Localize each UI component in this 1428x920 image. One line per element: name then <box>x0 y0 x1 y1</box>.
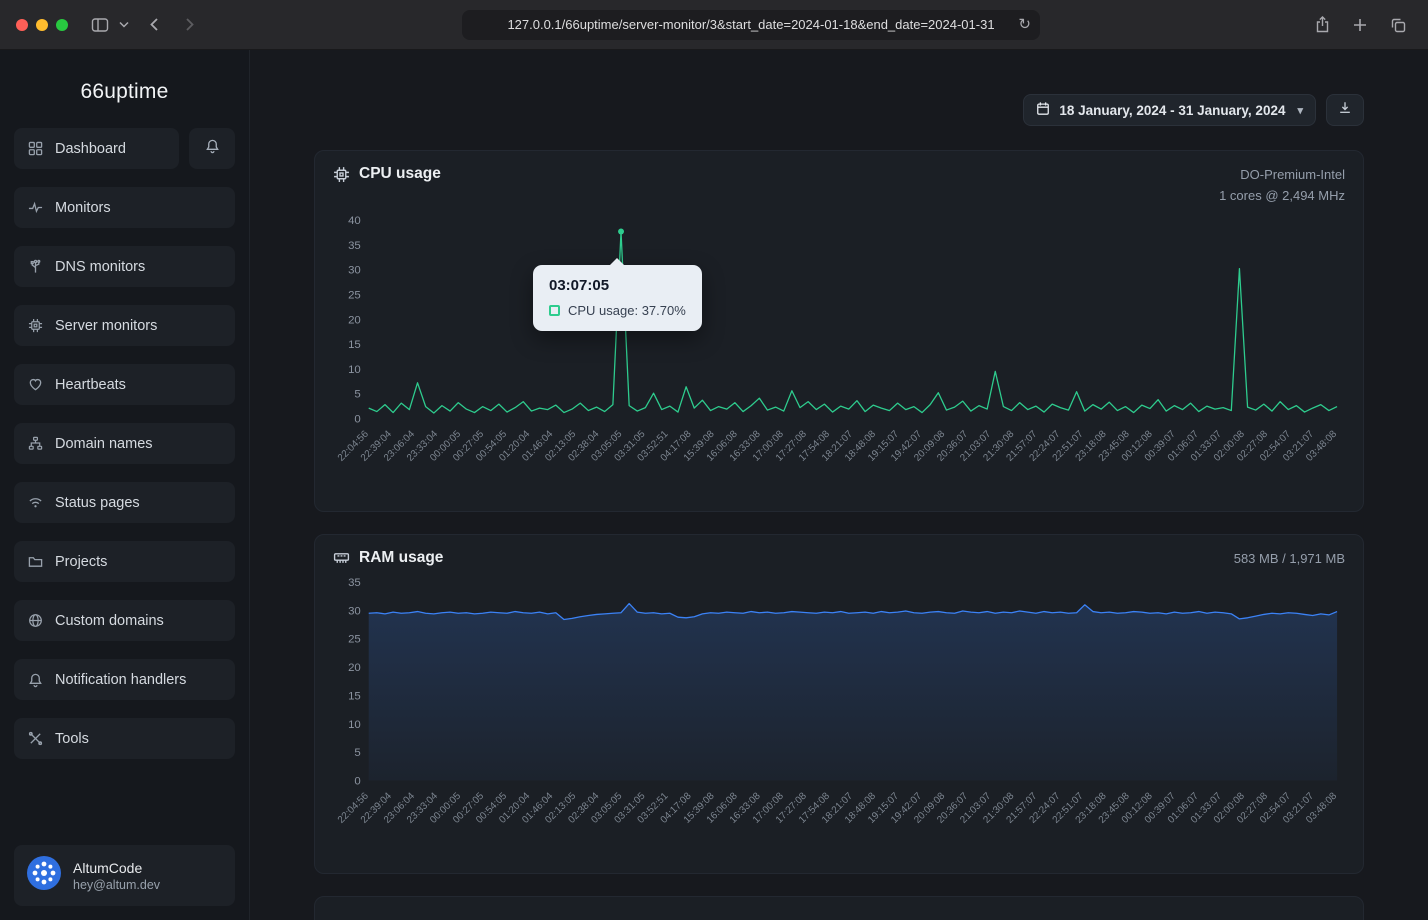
svg-text:35: 35 <box>348 577 361 589</box>
ram-usage-chart[interactable]: 0510152025303522:04:5622:39:0423:06:0423… <box>333 571 1345 867</box>
svg-text:40: 40 <box>348 215 361 227</box>
bell-icon <box>27 672 44 688</box>
sidebar-item-label: Custom domains <box>55 613 164 629</box>
wifi-icon <box>27 495 44 510</box>
chip-icon <box>27 318 44 333</box>
sidebar-item-label: Projects <box>55 554 107 570</box>
sidebar-item-label: Server monitors <box>55 318 157 334</box>
altumcode-logo <box>26 855 62 896</box>
sidebar-item-heartbeats[interactable]: Heartbeats <box>14 364 235 405</box>
sidebar-item-label: Status pages <box>55 495 140 511</box>
calendar-icon <box>1036 101 1050 119</box>
tools-icon <box>27 731 44 746</box>
share-icon[interactable] <box>1308 11 1336 39</box>
folder-icon <box>27 554 44 569</box>
svg-text:0: 0 <box>354 776 360 788</box>
minimize-window-button[interactable] <box>36 19 48 31</box>
next-card-partial <box>314 896 1364 920</box>
sidebar-item-label: Heartbeats <box>55 377 126 393</box>
globe-icon <box>27 613 44 628</box>
svg-text:20: 20 <box>348 662 361 674</box>
sidebar-item-label: DNS monitors <box>55 259 145 275</box>
new-tab-icon[interactable] <box>1346 11 1374 39</box>
svg-text:35: 35 <box>348 239 361 251</box>
browser-chrome: 127.0.0.1/66uptime/server-monitor/3&star… <box>0 0 1428 50</box>
cpu-card-title: CPU usage <box>359 165 441 183</box>
cpu-chip-icon <box>333 166 350 183</box>
ram-amount-label: 583 MB / 1,971 MB <box>1234 549 1345 570</box>
svg-text:30: 30 <box>348 264 361 276</box>
export-download-button[interactable] <box>1326 94 1364 126</box>
cpu-usage-card: CPU usage DO-Premium-Intel 1 cores @ 2,4… <box>314 150 1364 512</box>
svg-text:10: 10 <box>348 363 361 375</box>
svg-text:0: 0 <box>354 413 360 425</box>
brand-logo: 66uptime <box>14 80 235 104</box>
pulse-icon <box>27 200 44 215</box>
sidebar-item-projects[interactable]: Projects <box>14 541 235 582</box>
reload-icon[interactable]: ↻ <box>1018 15 1031 33</box>
sidebar-item-notification-handlers[interactable]: Notification handlers <box>14 659 235 700</box>
sidebar-toggle-icon[interactable] <box>86 11 114 39</box>
cpu-plan-label: DO-Premium-Intel <box>1219 165 1345 186</box>
sidebar-item-label: Dashboard <box>55 141 126 157</box>
chevron-down-icon: ▾ <box>1297 104 1303 117</box>
svg-text:10: 10 <box>348 719 361 731</box>
svg-text:20: 20 <box>348 314 361 326</box>
svg-text:15: 15 <box>348 691 361 703</box>
bell-icon <box>205 138 220 159</box>
sidebar-chevron-down-icon[interactable] <box>116 11 132 39</box>
account-card[interactable]: AltumCode hey@altum.dev <box>14 845 235 906</box>
sidebar-item-custom-domains[interactable]: Custom domains <box>14 600 235 641</box>
tooltip-value: CPU usage: 37.70% <box>568 303 686 318</box>
svg-text:5: 5 <box>354 388 360 400</box>
dns-icon <box>27 259 44 274</box>
tooltip-series-swatch <box>549 305 560 316</box>
cpu-usage-chart[interactable]: 051015202530354022:04:5622:39:0423:06:04… <box>333 209 1345 505</box>
ram-chart-area: 0510152025303522:04:5622:39:0423:06:0423… <box>333 571 1345 867</box>
grid-icon <box>27 141 44 156</box>
cpu-chart-area: 051015202530354022:04:5622:39:0423:06:04… <box>333 209 1345 505</box>
ram-usage-card: RAM usage 583 MB / 1,971 MB 0 5 10 15 20 25 30… <box>314 534 1364 875</box>
forward-button[interactable] <box>176 11 204 39</box>
svg-text:25: 25 <box>348 289 361 301</box>
sidebar-item-label: Monitors <box>55 200 111 216</box>
sidebar-item-label: Tools <box>55 731 89 747</box>
tab-overview-icon[interactable] <box>1384 11 1412 39</box>
sidebar-item-label: Domain names <box>55 436 153 452</box>
zoom-window-button[interactable] <box>56 19 68 31</box>
sidebar-item-tools[interactable]: Tools <box>14 718 235 759</box>
svg-text:30: 30 <box>348 606 361 618</box>
close-window-button[interactable] <box>16 19 28 31</box>
ram-card-title: RAM usage <box>359 549 443 567</box>
date-range-label: 18 January, 2024 - 31 January, 2024 <box>1059 103 1285 118</box>
sidebar-item-server-monitors[interactable]: Server monitors <box>14 305 235 346</box>
date-range-picker[interactable]: 18 January, 2024 - 31 January, 2024 ▾ <box>1023 94 1316 126</box>
back-button[interactable] <box>140 11 168 39</box>
tooltip-time: 03:07:05 <box>549 277 686 294</box>
sidebar-item-domain-names[interactable]: Domain names <box>14 423 235 464</box>
download-icon <box>1338 100 1352 120</box>
sidebar: 66uptime Dashboard Monitors <box>0 50 250 920</box>
cpu-cores-label: 1 cores @ 2,494 MHz <box>1219 186 1345 207</box>
account-email: hey@altum.dev <box>73 878 160 892</box>
sidebar-item-dns-monitors[interactable]: DNS monitors <box>14 246 235 287</box>
notifications-button[interactable] <box>189 128 235 169</box>
chart-tooltip: 03:07:05 CPU usage: 37.70% <box>533 265 702 331</box>
sidebar-item-label: Notification handlers <box>55 672 186 688</box>
address-bar[interactable]: 127.0.0.1/66uptime/server-monitor/3&star… <box>462 10 1040 40</box>
window-controls <box>16 19 68 31</box>
svg-text:25: 25 <box>348 634 361 646</box>
sidebar-item-dashboard[interactable]: Dashboard <box>14 128 179 169</box>
ram-stick-icon <box>333 549 350 566</box>
svg-text:5: 5 <box>354 748 360 760</box>
main-content: 18 January, 2024 - 31 January, 2024 ▾ CP… <box>250 50 1428 920</box>
heart-icon <box>27 377 44 392</box>
sidebar-item-status-pages[interactable]: Status pages <box>14 482 235 523</box>
sidebar-item-monitors[interactable]: Monitors <box>14 187 235 228</box>
svg-text:15: 15 <box>348 339 361 351</box>
sitemap-icon <box>27 436 44 451</box>
url-text: 127.0.0.1/66uptime/server-monitor/3&star… <box>507 17 994 32</box>
account-name: AltumCode <box>73 860 160 876</box>
